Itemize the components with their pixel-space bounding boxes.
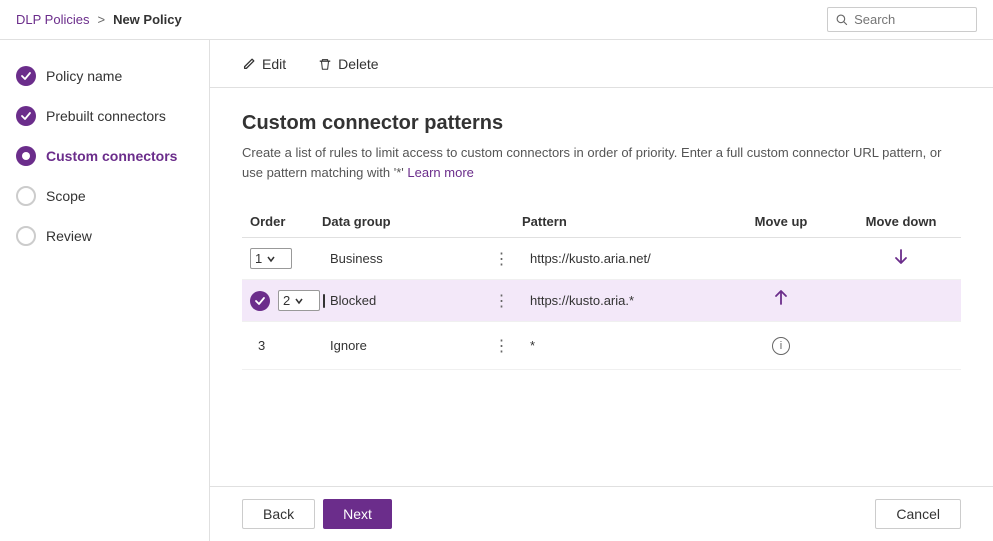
table-row: 1 Business ⋮ https://kusto.aria.net/: [242, 238, 961, 280]
check-icon-policy-name: [16, 66, 36, 86]
page-desc-text: Create a list of rules to limit access t…: [242, 145, 941, 180]
sidebar-item-review[interactable]: Review: [0, 216, 209, 256]
page-description: Create a list of rules to limit access t…: [242, 143, 942, 182]
move-up-button-2[interactable]: [768, 285, 794, 316]
sidebar-label-prebuilt: Prebuilt connectors: [46, 108, 166, 124]
footer: Back Next Cancel: [210, 486, 993, 541]
check-icon: [254, 295, 266, 307]
table-header: Order Data group Pattern Move up Move do…: [242, 206, 961, 238]
sidebar-label-review: Review: [46, 228, 92, 244]
content-area: Custom connector patterns Create a list …: [210, 88, 993, 486]
sidebar-item-scope[interactable]: Scope: [0, 176, 209, 216]
move-up-cell-3[interactable]: i: [721, 337, 841, 355]
arrow-up-icon: [772, 289, 790, 307]
col-header-datagroup: Data group: [322, 214, 482, 229]
edit-icon: [242, 57, 256, 71]
sidebar-item-prebuilt-connectors[interactable]: Prebuilt connectors: [0, 96, 209, 136]
pattern-cell-2: https://kusto.aria.*: [522, 285, 721, 316]
chevron-down-icon: [294, 296, 304, 306]
check-icon-prebuilt: [16, 106, 36, 126]
empty-circle-review: [16, 226, 36, 246]
footer-left: Back Next: [242, 499, 392, 529]
sidebar-label-custom: Custom connectors: [46, 148, 177, 164]
col-header-order: Order: [242, 214, 322, 229]
col-header-movedown: Move down: [841, 214, 961, 229]
text-cursor: [323, 294, 325, 308]
order-value-1: 1: [255, 251, 262, 266]
sidebar-item-policy-name[interactable]: Policy name: [0, 56, 209, 96]
order-cell-1: 1: [242, 240, 322, 277]
search-input[interactable]: [854, 12, 968, 27]
order-dropdown-1[interactable]: 1: [250, 248, 292, 269]
more-options-2[interactable]: ⋮: [482, 291, 522, 311]
empty-circle-scope: [16, 186, 36, 206]
row-check-2: [250, 291, 270, 311]
datagroup-cell-2: Blocked: [322, 285, 482, 316]
table-row: 2 Blocked ⋮ https://kusto.aria.*: [242, 280, 961, 322]
breadcrumb-separator: >: [97, 12, 105, 27]
move-down-cell-1[interactable]: [841, 243, 961, 274]
learn-more-link[interactable]: Learn more: [407, 165, 473, 180]
breadcrumb-parent[interactable]: DLP Policies: [16, 12, 89, 27]
sidebar-label-scope: Scope: [46, 188, 86, 204]
page-title: Custom connector patterns: [242, 112, 961, 135]
order-value-2: 2: [283, 293, 290, 308]
sidebar: Policy name Prebuilt connectors Custom c…: [0, 40, 210, 541]
active-circle-custom: [16, 146, 36, 166]
main-container: Policy name Prebuilt connectors Custom c…: [0, 40, 993, 541]
order-value-3: 3: [250, 330, 273, 361]
order-dropdown-2[interactable]: 2: [278, 290, 320, 311]
pattern-cell-1: https://kusto.aria.net/: [522, 243, 721, 274]
edit-button[interactable]: Edit: [234, 52, 294, 76]
datagroup-cell-1: Business: [322, 243, 482, 274]
table-row: 3 Ignore ⋮ * i: [242, 322, 961, 370]
breadcrumb-current: New Policy: [113, 12, 182, 27]
move-up-cell-2[interactable]: [721, 285, 841, 316]
order-cell-3: 3: [242, 322, 322, 369]
top-bar: DLP Policies > New Policy: [0, 0, 993, 40]
back-button[interactable]: Back: [242, 499, 315, 529]
sidebar-label-policy-name: Policy name: [46, 68, 122, 84]
arrow-down-icon: [892, 247, 910, 265]
content-panel: Edit Delete Custom connector patterns Cr…: [210, 40, 993, 541]
data-table: Order Data group Pattern Move up Move do…: [242, 206, 961, 370]
sidebar-item-custom-connectors[interactable]: Custom connectors: [0, 136, 209, 176]
move-down-button-1[interactable]: [888, 243, 914, 274]
datagroup-cell-3: Ignore: [322, 330, 482, 361]
more-options-1[interactable]: ⋮: [482, 249, 522, 269]
order-cell-2: 2: [242, 282, 322, 319]
edit-label: Edit: [262, 56, 286, 72]
col-header-moveup: Move up: [721, 214, 841, 229]
cancel-button[interactable]: Cancel: [875, 499, 961, 529]
toolbar: Edit Delete: [210, 40, 993, 88]
col-header-pattern: Pattern: [522, 214, 721, 229]
delete-button[interactable]: Delete: [310, 52, 386, 76]
delete-label: Delete: [338, 56, 378, 72]
pattern-cell-3: *: [522, 330, 721, 361]
delete-icon: [318, 57, 332, 71]
col-header-dots: [482, 214, 522, 229]
next-button[interactable]: Next: [323, 499, 392, 529]
more-options-3[interactable]: ⋮: [482, 336, 522, 356]
info-icon-3[interactable]: i: [772, 337, 790, 355]
search-icon: [836, 13, 848, 27]
search-box[interactable]: [827, 7, 977, 32]
chevron-down-icon: [266, 254, 276, 264]
breadcrumb: DLP Policies > New Policy: [16, 12, 182, 27]
